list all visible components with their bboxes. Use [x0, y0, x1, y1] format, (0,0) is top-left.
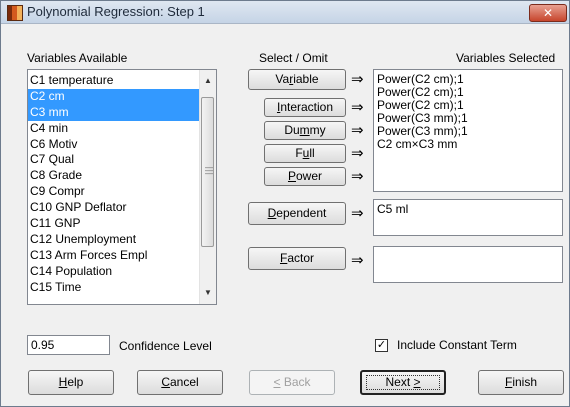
arrow-icon: ⇒: [351, 205, 364, 222]
list-item[interactable]: C7 Qual: [28, 152, 200, 168]
list-scrollbar[interactable]: ▲ ― ― ― ▼: [199, 70, 216, 304]
list-item[interactable]: C12 Unemployment: [28, 232, 200, 248]
list-item[interactable]: C14 Population: [28, 264, 200, 280]
list-item[interactable]: C13 Arm Forces Empl: [28, 248, 200, 264]
select-omit-label: Select / Omit: [259, 51, 328, 65]
list-item[interactable]: C6 Motiv: [28, 137, 200, 153]
list-item[interactable]: C10 GNP Deflator: [28, 200, 200, 216]
arrow-icon: ⇒: [351, 71, 364, 88]
list-item[interactable]: C2 cm: [28, 88, 200, 105]
list-item[interactable]: C11 GNP: [28, 216, 200, 232]
scroll-down-icon[interactable]: ▼: [200, 285, 216, 301]
variables-selected-label: Variables Selected: [456, 51, 556, 65]
arrow-icon: ⇒: [351, 122, 364, 139]
factor-button[interactable]: Factor: [248, 247, 346, 270]
include-constant-label: Include Constant Term: [397, 338, 517, 352]
list-item[interactable]: C8 Grade: [28, 168, 200, 184]
title-bar[interactable]: Polynomial Regression: Step 1 ✕: [1, 1, 569, 24]
selected-item[interactable]: C2 cm×C3 mm: [374, 138, 562, 151]
arrow-icon: ⇒: [351, 252, 364, 269]
confidence-level-label: Confidence Level: [119, 339, 212, 353]
dialog-window: Polynomial Regression: Step 1 ✕ Variable…: [0, 0, 570, 407]
focus-rectangle: [366, 375, 440, 390]
dependent-value: C5 ml: [377, 202, 409, 216]
full-button[interactable]: Full: [264, 144, 346, 163]
variables-available-items: C1 temperature C2 cm C3 mm C4 min C6 Motiv C7…: [28, 73, 200, 295]
back-button[interactable]: < Back: [249, 370, 335, 395]
next-button[interactable]: Next >: [360, 370, 446, 395]
variables-available-label: Variables Available: [27, 51, 128, 65]
variables-available-list[interactable]: C1 temperature C2 cm C3 mm C4 min C6 Motiv C7…: [27, 69, 217, 305]
arrow-icon: ⇒: [351, 168, 364, 185]
variable-button[interactable]: Variable: [248, 69, 346, 90]
factor-field[interactable]: [373, 246, 563, 283]
help-button[interactable]: Help: [28, 370, 114, 395]
cancel-button[interactable]: Cancel: [137, 370, 223, 395]
dependent-button[interactable]: Dependent: [248, 202, 346, 225]
finish-button[interactable]: Finish: [478, 370, 564, 395]
list-item[interactable]: C3 mm: [28, 104, 200, 121]
variables-selected-items: Power(C2 cm);1 Power(C2 cm);1 Power(C2 cm)…: [374, 73, 562, 151]
confidence-input[interactable]: 0.95: [27, 335, 110, 355]
window-title: Polynomial Regression: Step 1: [27, 4, 205, 19]
confidence-value: 0.95: [31, 338, 55, 352]
list-item[interactable]: C15 Time: [28, 280, 200, 296]
scroll-up-icon[interactable]: ▲: [200, 73, 216, 89]
close-icon[interactable]: ✕: [529, 4, 567, 22]
scroll-thumb[interactable]: ― ― ―: [201, 97, 214, 247]
variables-selected-list[interactable]: Power(C2 cm);1 Power(C2 cm);1 Power(C2 cm)…: [373, 69, 563, 192]
grip-icon: ― ― ―: [205, 163, 213, 178]
arrow-icon: ⇒: [351, 99, 364, 116]
app-icon: [7, 5, 23, 21]
include-constant-checkbox[interactable]: ✓: [375, 339, 388, 352]
list-item[interactable]: C1 temperature: [28, 73, 200, 89]
list-item[interactable]: C9 Compr: [28, 184, 200, 200]
list-item[interactable]: C4 min: [28, 121, 200, 137]
arrow-icon: ⇒: [351, 145, 364, 162]
power-button[interactable]: Power: [264, 167, 346, 186]
dependent-field[interactable]: C5 ml: [373, 199, 563, 236]
interaction-button[interactable]: Interaction: [264, 98, 346, 117]
dummy-button[interactable]: Dummy: [264, 121, 346, 140]
